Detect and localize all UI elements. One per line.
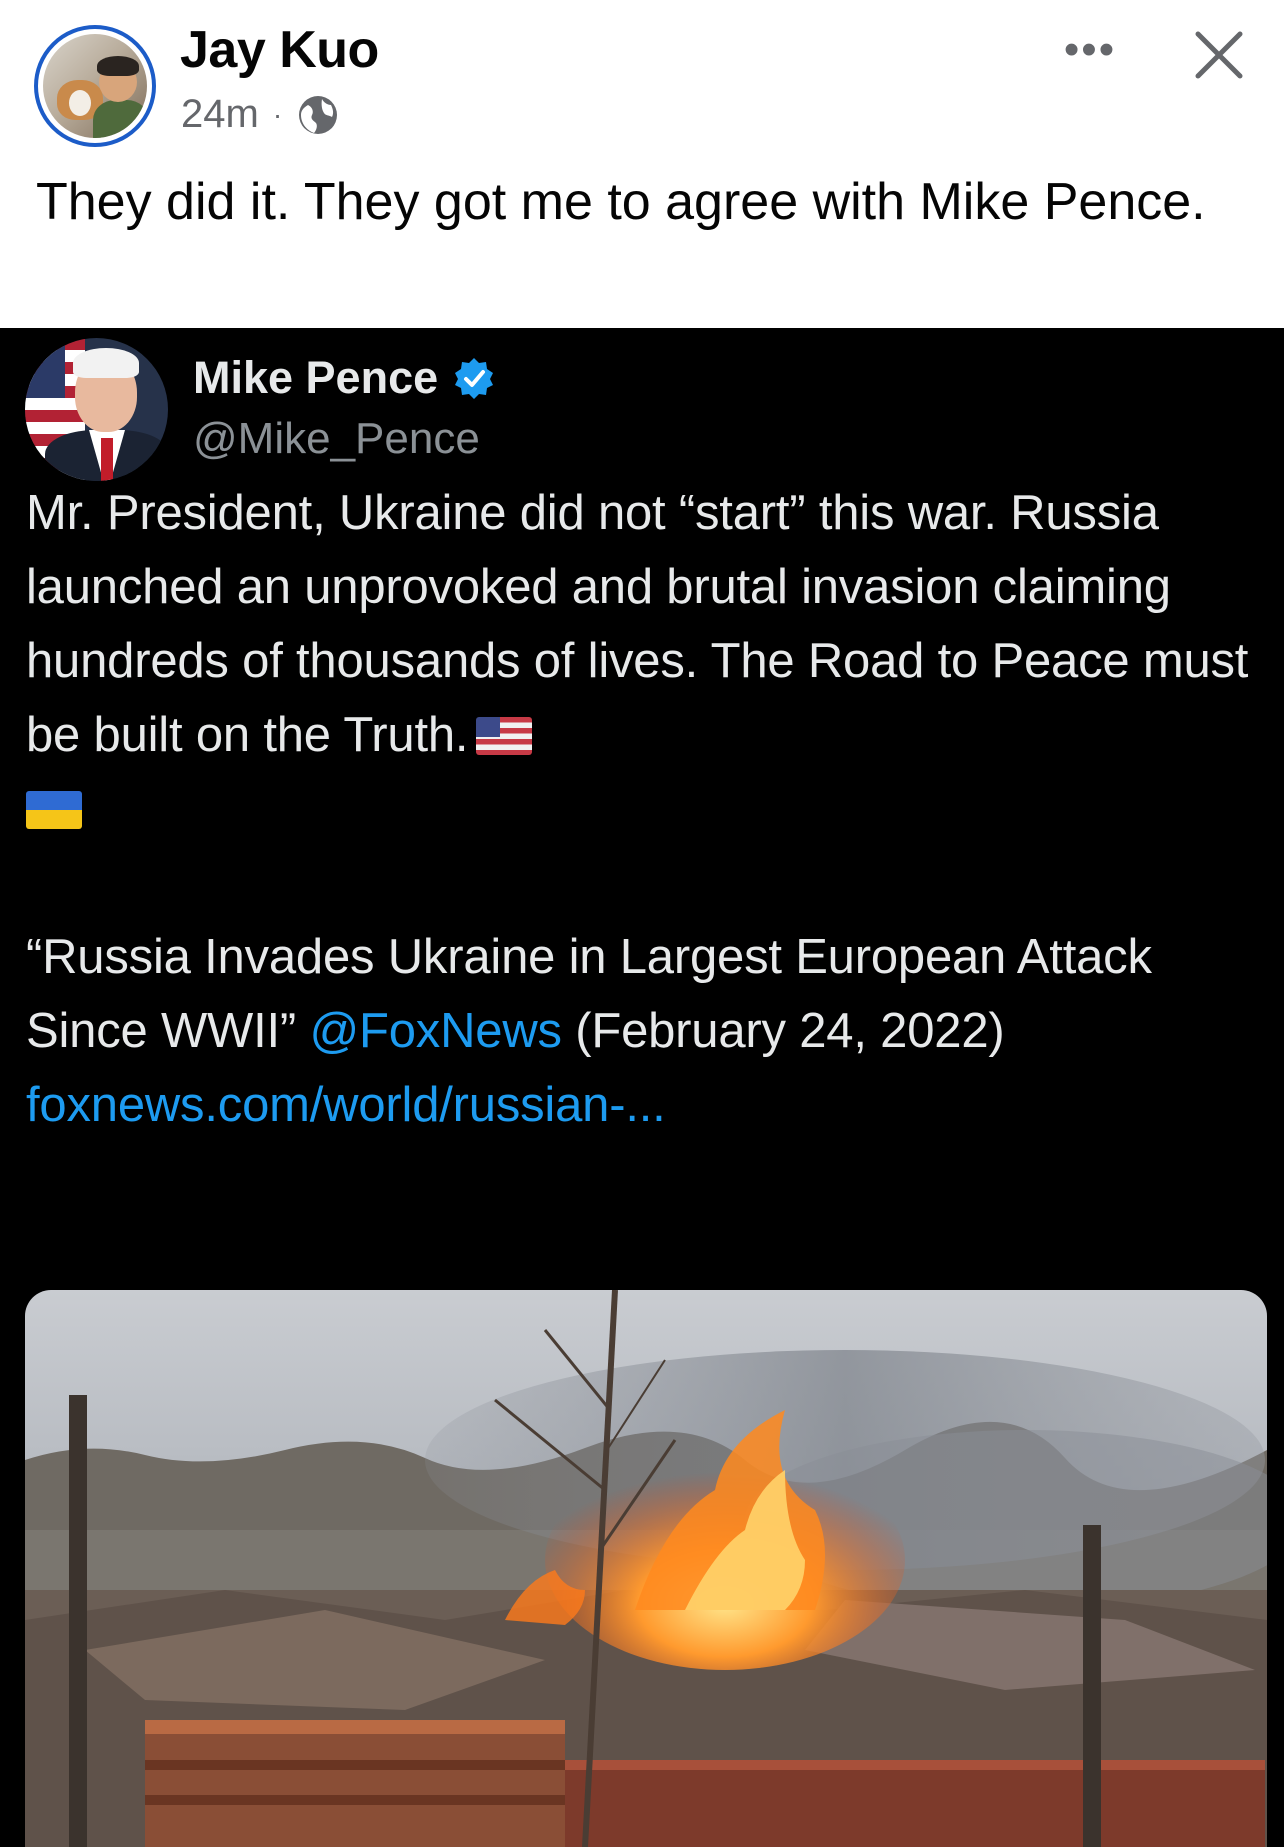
tweet-paragraph-2: “Russia Invades Ukraine in Largest Europ… [26,920,1266,1142]
article-url-link[interactable]: foxnews.com/world/russian-... [26,1078,666,1132]
burning-building-photo [25,1290,1267,1847]
author-name[interactable]: Jay Kuo [180,20,379,80]
tweet-author-name: Mike Pence [193,352,439,403]
post-time[interactable]: 24m [181,92,259,137]
article-date: (February 24, 2022) [575,1004,1005,1058]
author-avatar-photo [43,34,147,138]
globe-icon [299,95,338,134]
ukraine-flag-emoji [26,791,82,829]
tweet-author-handle: @Mike_Pence [193,414,480,463]
author-avatar[interactable] [34,25,156,147]
facebook-post-header: Jay Kuo 24m · ••• They did it. They got … [0,0,1284,328]
us-flag-emoji [476,717,533,755]
close-icon[interactable] [1190,26,1248,84]
meta-separator: · [272,98,283,130]
shared-tweet-image[interactable]: Mike Pence @Mike_Pence Mr. President, Uk… [0,328,1284,1847]
tweet-media-photo[interactable] [25,1290,1267,1847]
mention-link[interactable]: @FoxNews [309,1004,562,1058]
tweet-author-avatar [25,338,168,481]
tweet-author-name-row: Mike Pence [193,352,496,404]
verified-badge-icon [455,358,494,399]
tweet-body: Mr. President, Ukraine did not “start” t… [26,476,1266,1142]
post-text: They did it. They got me to agree with M… [36,173,1206,231]
more-options-button[interactable]: ••• [1058,28,1122,80]
tweet-paragraph-1: Mr. President, Ukraine did not “start” t… [26,476,1266,846]
post-meta: 24m · [181,92,340,137]
